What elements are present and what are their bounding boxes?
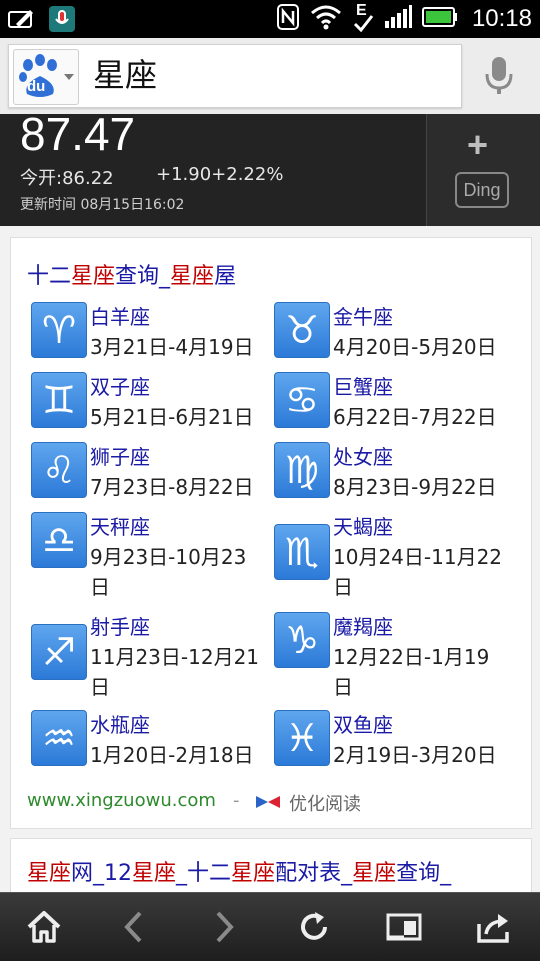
result-card-zodiac: 十二星座查询_星座屋 ♈ 白羊座 3月21日-4月19日 ♉ 金牛座 4月20日-5月20… <box>10 237 532 829</box>
add-button[interactable]: + <box>467 124 488 166</box>
site-url[interactable]: www.xingzuowu.com <box>27 790 216 811</box>
zodiac-date: 4月20日-5月20日 <box>333 335 497 359</box>
bottom-toolbar <box>0 892 540 961</box>
baidu-logo-button[interactable]: du <box>13 49 79 105</box>
aquarius-icon: ♒ <box>31 710 87 766</box>
edit-note-icon <box>6 5 38 33</box>
zodiac-date: 6月22日-7月22日 <box>333 405 497 429</box>
aries-icon-glyph: ♈ <box>41 308 77 352</box>
stock-widget[interactable]: 87.47 今开:86.22 +1.90+2.22% 更新时间 08月15日16… <box>0 108 540 226</box>
search-query: 星座 <box>93 56 158 94</box>
home-icon <box>27 911 61 943</box>
search-input[interactable]: du 星座 <box>8 44 462 108</box>
virgo-icon: ♍ <box>274 442 330 498</box>
capricorn-icon: ♑ <box>274 612 330 668</box>
forward-button[interactable] <box>194 903 254 951</box>
virgo-icon-glyph: ♍ <box>284 448 320 492</box>
zodiac-name[interactable]: 天秤座 <box>90 512 150 542</box>
zodiac-date: 12月22日-1月19日 <box>333 645 490 699</box>
zodiac-name[interactable]: 白羊座 <box>90 302 150 332</box>
zodiac-name[interactable]: 魔羯座 <box>333 612 393 642</box>
share-button[interactable] <box>464 903 524 951</box>
stock-change: +1.90+2.22% <box>156 164 284 185</box>
cancer-icon: ♋ <box>274 372 330 428</box>
stock-update-time: 更新时间 08月15日16:02 <box>20 197 185 213</box>
gemini-icon: ♊ <box>31 372 87 428</box>
home-button[interactable] <box>14 903 74 951</box>
stock-price: 87.47 <box>20 108 136 160</box>
clock: 10:18 <box>471 5 532 32</box>
zodiac-date: 7月23日-8月22日 <box>90 475 254 499</box>
chevron-left-icon <box>124 911 142 943</box>
refresh-button[interactable] <box>284 903 344 951</box>
pisces-icon: ♓ <box>274 710 330 766</box>
zodiac-name[interactable]: 巨蟹座 <box>333 372 393 402</box>
chevron-right-icon <box>216 911 234 943</box>
refresh-icon <box>301 912 327 940</box>
zodiac-date: 3月21日-4月19日 <box>90 335 254 359</box>
capricorn-icon-glyph: ♑ <box>284 618 320 662</box>
zodiac-name[interactable]: 射手座 <box>90 612 150 642</box>
result-footer: www.xingzuowu.com - 优化阅读 <box>27 790 517 816</box>
zodiac-name[interactable]: 天蝎座 <box>333 512 393 542</box>
zodiac-grid: ♈ 白羊座 3月21日-4月19日 ♉ 金牛座 4月20日-5月20日 ♊ 双子座 5月21日-… <box>11 238 531 767</box>
result-title-link-2[interactable]: 星座网_12星座_十二星座配对表_星座查询_ <box>27 855 451 887</box>
cancer-icon-glyph: ♋ <box>284 378 320 422</box>
status-bar: E 10:18 <box>0 0 540 38</box>
zodiac-date: 1月20日-2月18日 <box>90 743 254 767</box>
stock-open: 今开:86.22 <box>20 168 114 189</box>
signal-strength-icon <box>384 5 412 33</box>
zodiac-date: 11月23日-12月21日 <box>90 645 260 699</box>
reader-mode-icon[interactable] <box>255 794 281 814</box>
zodiac-date: 5月21日-6月21日 <box>90 405 254 429</box>
wifi-icon <box>310 4 342 34</box>
aquarius-icon-glyph: ♒ <box>41 716 77 760</box>
leo-icon: ♌ <box>31 442 87 498</box>
baidu-logo-text: du <box>27 78 46 95</box>
zodiac-name[interactable]: 处女座 <box>333 442 393 472</box>
zodiac-name[interactable]: 双鱼座 <box>333 710 393 740</box>
microphone-icon[interactable] <box>484 56 514 100</box>
stock-actions: + Ding <box>426 114 540 226</box>
back-button[interactable] <box>104 903 164 951</box>
caret-down-icon <box>64 74 74 80</box>
voice-app-icon <box>46 5 78 33</box>
zodiac-date: 2月19日-3月20日 <box>333 743 497 767</box>
leo-icon-glyph: ♌ <box>41 448 77 492</box>
battery-icon <box>421 6 458 32</box>
reader-mode-button[interactable]: 优化阅读 <box>289 790 361 816</box>
separator: - <box>233 790 240 811</box>
zodiac-name[interactable]: 狮子座 <box>90 442 150 472</box>
scorpio-icon-glyph: ♏ <box>284 530 320 574</box>
zodiac-name[interactable]: 双子座 <box>90 372 150 402</box>
data-network-icon: E <box>352 2 374 34</box>
pisces-icon-glyph: ♓ <box>284 716 320 760</box>
nfc-icon <box>276 3 300 35</box>
ding-button[interactable]: Ding <box>455 172 509 208</box>
taurus-icon: ♉ <box>274 302 330 358</box>
zodiac-name[interactable]: 水瓶座 <box>90 710 150 740</box>
sagittarius-icon-glyph: ♐ <box>41 630 77 674</box>
libra-icon: ♎ <box>31 512 87 568</box>
taurus-icon-glyph: ♉ <box>284 308 320 352</box>
bookmarks-button[interactable] <box>374 903 434 951</box>
gemini-icon-glyph: ♊ <box>41 378 77 422</box>
zodiac-date: 9月23日-10月23日 <box>90 545 247 599</box>
search-bar: du 星座 <box>0 38 540 114</box>
aries-icon: ♈ <box>31 302 87 358</box>
zodiac-date: 10月24日-11月22日 <box>333 545 503 599</box>
bookmarks-icon <box>386 913 422 941</box>
sagittarius-icon: ♐ <box>31 624 87 680</box>
scorpio-icon: ♏ <box>274 524 330 580</box>
zodiac-date: 8月23日-9月22日 <box>333 475 497 499</box>
share-icon <box>477 914 509 943</box>
libra-icon-glyph: ♎ <box>41 518 77 562</box>
zodiac-name[interactable]: 金牛座 <box>333 302 393 332</box>
